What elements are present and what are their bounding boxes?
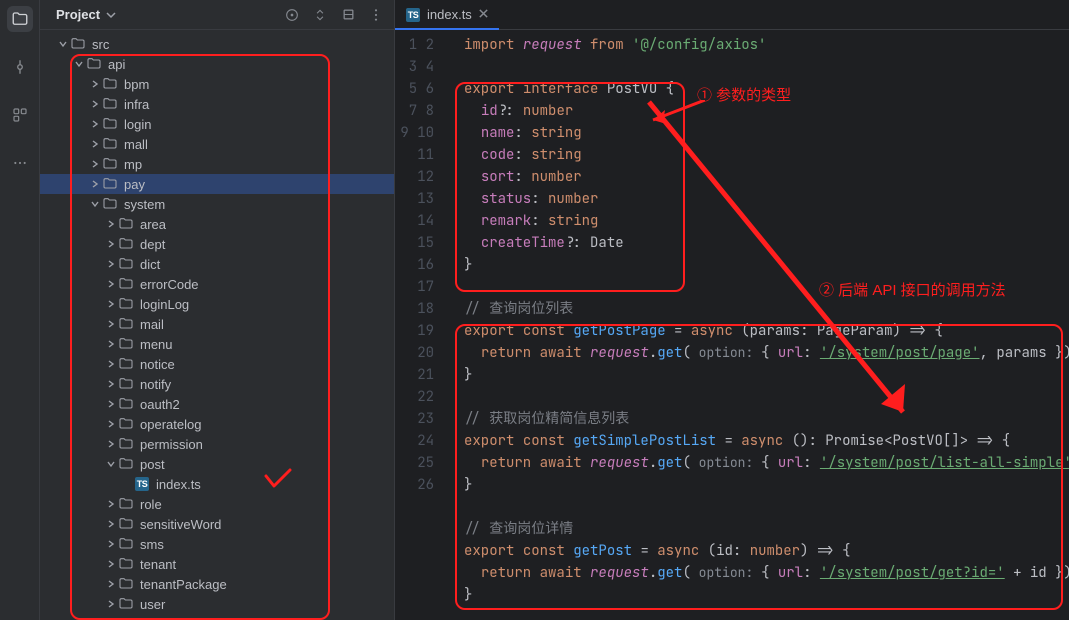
tree-label: pay: [124, 177, 145, 192]
tree-folder[interactable]: area: [40, 214, 394, 234]
activity-bar: [0, 0, 40, 620]
tree-folder[interactable]: user: [40, 594, 394, 614]
tree-label: infra: [124, 97, 149, 112]
tree-label: loginLog: [140, 297, 189, 312]
code-area[interactable]: 1 2 3 4 5 6 7 8 9 10 11 12 13 14 15 16 1…: [395, 30, 1069, 620]
tree-label: tenant: [140, 557, 176, 572]
tree-folder[interactable]: notify: [40, 374, 394, 394]
ts-icon: TS: [405, 7, 421, 23]
project-title[interactable]: Project: [56, 7, 100, 22]
tree-folder[interactable]: sensitiveWord: [40, 514, 394, 534]
tree-folder[interactable]: tenant: [40, 554, 394, 574]
tree-label: login: [124, 117, 151, 132]
tree-label: tenantPackage: [140, 577, 227, 592]
folder-icon[interactable]: [7, 6, 33, 32]
tree-folder[interactable]: dept: [40, 234, 394, 254]
tree-label: sensitiveWord: [140, 517, 221, 532]
tree-folder[interactable]: tenantPackage: [40, 574, 394, 594]
tab-index-ts[interactable]: TS index.ts: [395, 0, 499, 29]
tree-label: errorCode: [140, 277, 199, 292]
tree-folder[interactable]: oauth2: [40, 394, 394, 414]
tree-label: role: [140, 497, 162, 512]
tree-label: notice: [140, 357, 175, 372]
tree-label: operatelog: [140, 417, 201, 432]
tree-folder[interactable]: bpm: [40, 74, 394, 94]
tree-folder[interactable]: notice: [40, 354, 394, 374]
tree-label: oauth2: [140, 397, 180, 412]
close-icon[interactable]: [478, 7, 489, 22]
tree-label: mp: [124, 157, 142, 172]
settings-icon[interactable]: [366, 5, 386, 25]
tree-label: dict: [140, 257, 160, 272]
more-icon[interactable]: [7, 150, 33, 176]
chevron-down-icon[interactable]: [106, 7, 116, 25]
editor: TS index.ts 1 2 3 4 5 6 7 8 9 10 11 12 1…: [395, 0, 1069, 620]
tree-label: sms: [140, 537, 164, 552]
tree-label: api: [108, 57, 125, 72]
tree-label: notify: [140, 377, 171, 392]
tree-folder[interactable]: system: [40, 194, 394, 214]
editor-tabs: TS index.ts: [395, 0, 1069, 30]
select-opened-icon[interactable]: [282, 5, 302, 25]
tree-folder[interactable]: mall: [40, 134, 394, 154]
tree-folder[interactable]: mail: [40, 314, 394, 334]
tree-folder[interactable]: dict: [40, 254, 394, 274]
hide-icon[interactable]: [338, 5, 358, 25]
gutter: 1 2 3 4 5 6 7 8 9 10 11 12 13 14 15 16 1…: [395, 30, 452, 620]
tree-folder[interactable]: permission: [40, 434, 394, 454]
tree-label: dept: [140, 237, 165, 252]
tree-folder[interactable]: post: [40, 454, 394, 474]
tree-folder[interactable]: login: [40, 114, 394, 134]
tree-folder[interactable]: loginLog: [40, 294, 394, 314]
tree-folder[interactable]: src: [40, 34, 394, 54]
tree-label: mail: [140, 317, 164, 332]
tree-folder[interactable]: api: [40, 54, 394, 74]
tree-folder[interactable]: menu: [40, 334, 394, 354]
tree-label: menu: [140, 337, 173, 352]
tree-folder[interactable]: infra: [40, 94, 394, 114]
tree-folder[interactable]: role: [40, 494, 394, 514]
tree-label: bpm: [124, 77, 149, 92]
tree-label: user: [140, 597, 165, 612]
tab-label: index.ts: [427, 7, 472, 22]
tree-folder[interactable]: mp: [40, 154, 394, 174]
code-text[interactable]: import request from '@/config/axios' exp…: [452, 30, 1069, 620]
project-header: Project: [40, 0, 394, 30]
structure-icon[interactable]: [7, 102, 33, 128]
project-tree[interactable]: src api bpm infra login mall mp pay system area de…: [40, 30, 394, 620]
tree-label: mall: [124, 137, 148, 152]
tree-label: index.ts: [156, 477, 201, 492]
tree-label: area: [140, 217, 166, 232]
tree-file[interactable]: TSindex.ts: [40, 474, 394, 494]
tree-folder[interactable]: sms: [40, 534, 394, 554]
project-panel: Project src api bpm infra login mall mp pay syst…: [40, 0, 395, 620]
tree-label: permission: [140, 437, 203, 452]
tree-label: system: [124, 197, 165, 212]
tree-folder[interactable]: pay: [40, 174, 394, 194]
expand-all-icon[interactable]: [310, 5, 330, 25]
tree-label: src: [92, 37, 109, 52]
tree-folder[interactable]: errorCode: [40, 274, 394, 294]
tree-folder[interactable]: operatelog: [40, 414, 394, 434]
commit-icon[interactable]: [7, 54, 33, 80]
tree-label: post: [140, 457, 165, 472]
